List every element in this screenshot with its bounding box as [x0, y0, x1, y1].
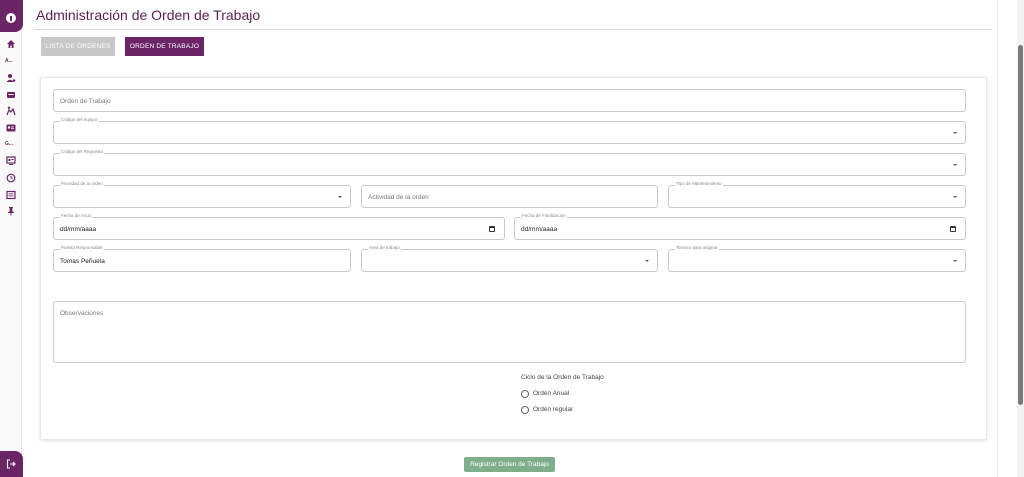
technician-label: Tecnico para asignar: [675, 245, 719, 250]
chevron-down-icon: [338, 196, 342, 198]
work-area-select[interactable]: Area de trabajo: [361, 245, 658, 272]
page-title: Administración de Orden de Trabajo: [36, 7, 261, 23]
annual-order-radio[interactable]: [521, 390, 529, 398]
tab-work-order[interactable]: ORDEN DE TRABAJO: [125, 37, 204, 56]
sidebar-footer: [0, 451, 23, 477]
sidebar-item-a[interactable]: A...: [5, 58, 13, 64]
work-order-placeholder: Orden de Trabajo: [60, 98, 111, 105]
activity-input[interactable]: Actividad de la orden: [361, 185, 658, 208]
pin-icon[interactable]: [6, 206, 16, 216]
end-date-label: Fecha de Finalizacion: [521, 213, 567, 218]
title-divider: [34, 29, 992, 30]
annual-order-label[interactable]: Orden Anual: [533, 390, 569, 397]
equipment-code-select[interactable]: Código del equipo: [53, 117, 966, 144]
maintenance-type-label: Tipo de Mantenimiento: [675, 181, 723, 186]
list-icon[interactable]: [6, 190, 16, 200]
priority-select[interactable]: Prioridad de la orden: [53, 181, 351, 208]
priority-label: Prioridad de la orden: [60, 181, 104, 186]
technician-select[interactable]: Tecnico para asignar: [668, 245, 966, 272]
sidebar-header: [0, 0, 23, 32]
sidebar-item-g[interactable]: G...: [5, 141, 13, 147]
observations-placeholder: Observaciones: [60, 310, 104, 317]
spare-part-code-label: Código del Repuesto: [60, 149, 105, 154]
scrollbar-thumb[interactable]: [1018, 45, 1023, 405]
work-order-input[interactable]: Orden de Trabajo: [53, 89, 966, 112]
activity-placeholder: Actividad de la orden: [368, 194, 429, 201]
id-card-icon[interactable]: [6, 123, 16, 133]
start-date-input[interactable]: Fecha de inicio dd/mm/aaaa: [53, 213, 505, 240]
dashboard-icon[interactable]: [6, 156, 16, 166]
home-icon[interactable]: [6, 39, 16, 49]
calendar-icon[interactable]: [950, 226, 956, 232]
chevron-down-icon: [953, 260, 957, 262]
equipment-code-label: Código del equipo: [60, 117, 99, 122]
work-area-label: Area de trabajo: [368, 245, 401, 250]
scrollbar[interactable]: [1017, 0, 1024, 477]
info-logo-icon[interactable]: [6, 13, 16, 23]
accessibility-icon[interactable]: [6, 106, 16, 116]
badge-icon[interactable]: [6, 90, 16, 100]
responsible-position-label: Puesto Responsable: [60, 245, 104, 250]
regular-order-label[interactable]: Orden regular: [533, 406, 573, 413]
logout-icon[interactable]: [6, 459, 16, 469]
order-cycle-title: Ciclo de la Orden de Trabajo: [521, 374, 604, 381]
tab-order-list[interactable]: LISTA DE ÓRDENES: [41, 37, 115, 56]
spare-part-code-select[interactable]: Código del Repuesto: [53, 149, 966, 176]
responsible-position-value: Tomas Peñuela: [60, 258, 105, 265]
end-date-value: dd/mm/aaaa: [521, 226, 558, 233]
chevron-down-icon: [953, 164, 957, 166]
chevron-down-icon: [953, 196, 957, 198]
responsible-position-field[interactable]: Puesto Responsable Tomas Peñuela: [53, 245, 351, 272]
calendar-icon[interactable]: [489, 226, 495, 232]
regular-order-radio[interactable]: [521, 406, 529, 414]
register-order-button[interactable]: Registrar Orden de Trabajo: [464, 457, 555, 472]
end-date-input[interactable]: Fecha de Finalizacion dd/mm/aaaa: [514, 213, 966, 240]
history-icon[interactable]: [6, 173, 16, 183]
observations-textarea[interactable]: Observaciones: [53, 301, 966, 363]
start-date-label: Fecha de inicio: [60, 213, 93, 218]
chevron-down-icon: [953, 132, 957, 134]
sidebar: A... G...: [0, 0, 23, 477]
chevron-down-icon: [645, 260, 649, 262]
user-settings-icon[interactable]: [6, 73, 16, 83]
start-date-value: dd/mm/aaaa: [60, 226, 97, 233]
maintenance-type-select[interactable]: Tipo de Mantenimiento: [668, 181, 966, 208]
